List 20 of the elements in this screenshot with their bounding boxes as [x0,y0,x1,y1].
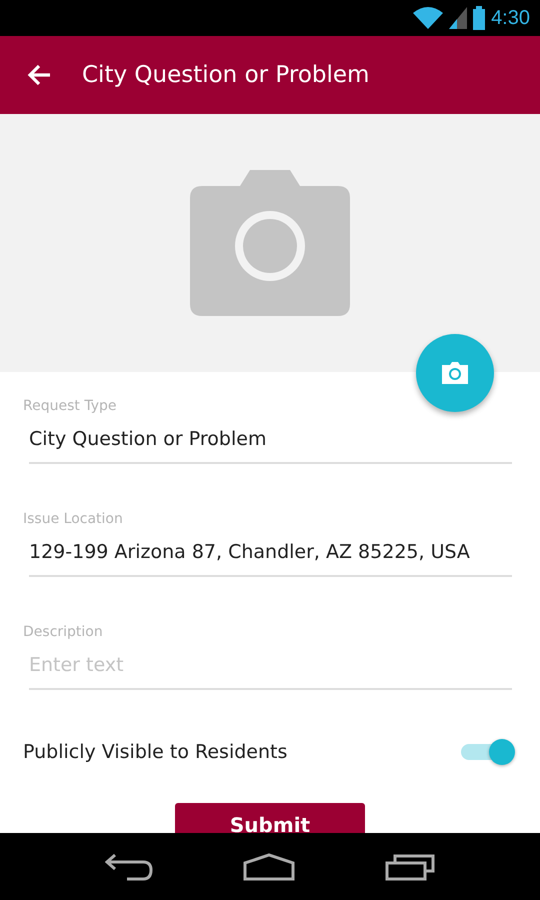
field-label: Description [23,624,104,640]
clock-time: 4:30 [491,6,530,30]
wifi-icon [413,7,444,29]
text-field[interactable]: 129-199 Arizona 87, Chandler, AZ 85225, USA [29,541,512,577]
submit-button[interactable]: Submit [175,803,365,833]
recent-apps-icon[interactable] [385,852,435,880]
battery-icon [473,6,486,30]
screen-title: City Question or Problem [82,62,370,88]
text-field[interactable]: City Question or Problem [29,428,512,464]
text-field[interactable]: Enter text [29,654,512,690]
home-icon[interactable] [243,852,295,880]
camera-icon [190,170,350,316]
toggle-label: Publicly Visible to Residents [23,741,288,763]
field-label: Issue Location [23,511,124,527]
back-button[interactable] [26,63,52,87]
back-nav-icon[interactable] [105,852,153,880]
field-label: Request Type [23,398,118,414]
camera-icon [442,362,468,384]
visibility-switch[interactable] [459,737,515,767]
signal-icon [449,7,468,29]
